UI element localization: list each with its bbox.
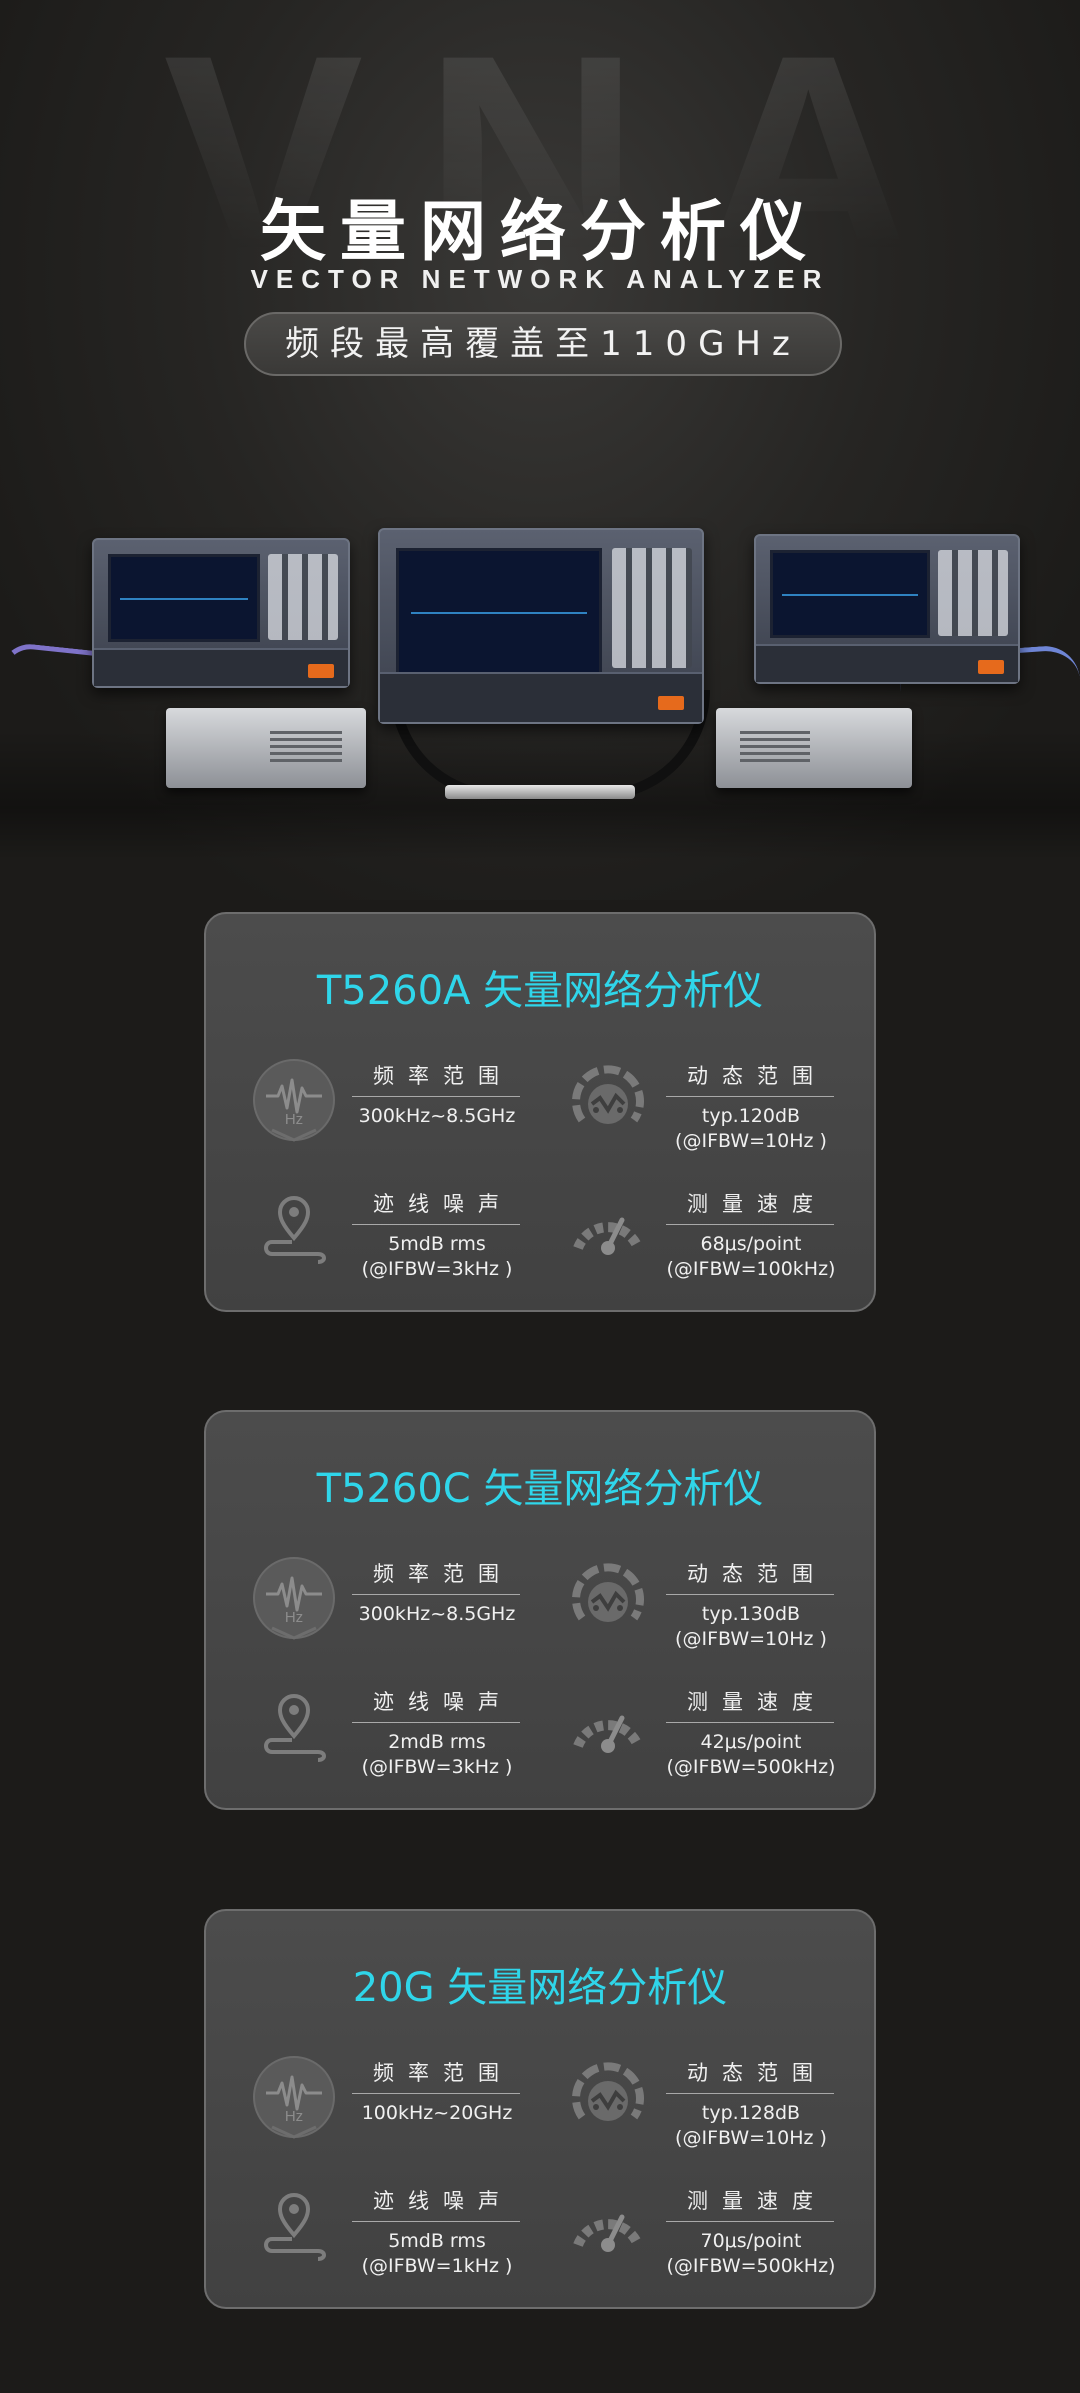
spec-label: 频率范围 — [373, 2061, 513, 2085]
spec-value: typ.128dB (@IFBW=10Hz ) — [636, 2101, 866, 2151]
spec-trace-noise: 迹线噪声 5mdB rms (@IFBW=3kHz ) — [252, 1186, 552, 1306]
page-subtitle: VECTOR NETWORK ANALYZER — [250, 264, 830, 294]
spec-label: 迹线噪声 — [373, 1690, 513, 1714]
spec-dynamic-range: 动态范围 typ.120dB (@IFBW=10Hz ) — [566, 1058, 866, 1178]
spec-trace-noise: 迹线噪声 5mdB rms (@IFBW=1kHz ) — [252, 2183, 552, 2303]
frequency-extender-right — [716, 708, 912, 788]
spec-value-condition: (@IFBW=10Hz ) — [675, 1130, 827, 1152]
divider — [352, 2221, 520, 2222]
spec-value: typ.120dB (@IFBW=10Hz ) — [636, 1104, 866, 1154]
card-title: T5260C 矢量网络分析仪 — [316, 1466, 764, 1512]
spec-value: 68μs/point (@IFBW=100kHz) — [636, 1232, 866, 1282]
instrument-right — [754, 534, 1020, 684]
spec-value-line: typ.120dB — [701, 1105, 801, 1127]
spec-value: 300kHz~8.5GHz — [322, 1602, 552, 1627]
spec-value-line: 5mdB rms — [388, 1233, 486, 1255]
spec-value-condition: (@IFBW=10Hz ) — [675, 1628, 827, 1650]
spec-value-condition: (@IFBW=10Hz ) — [675, 2127, 827, 2149]
spec-value: 5mdB rms (@IFBW=3kHz ) — [322, 1232, 552, 1282]
card-title: T5260A 矢量网络分析仪 — [316, 968, 764, 1014]
divider — [666, 1594, 834, 1595]
frequency-extender-left — [166, 708, 366, 788]
instrument-left — [92, 538, 350, 688]
product-card-t5260a: T5260A 矢量网络分析仪 频率范围 300kHz~8.5GHz 动态范围 t… — [204, 912, 876, 1312]
spec-value: 42μs/point (@IFBW=500kHz) — [636, 1730, 866, 1780]
spec-value: 300kHz~8.5GHz — [322, 1104, 552, 1129]
frequency-hz-icon — [252, 2055, 336, 2139]
spec-value: 70μs/point (@IFBW=500kHz) — [636, 2229, 866, 2279]
divider — [666, 1224, 834, 1225]
divider — [352, 1224, 520, 1225]
spec-measurement-speed: 测量速度 68μs/point (@IFBW=100kHz) — [566, 1186, 866, 1306]
spec-value: 100kHz~20GHz — [322, 2101, 552, 2126]
spec-value-condition: (@IFBW=1kHz ) — [361, 2255, 513, 2277]
divider — [666, 1096, 834, 1097]
product-lineup-image — [0, 500, 1080, 860]
divider — [352, 2093, 520, 2094]
spec-value-condition: (@IFBW=500kHz) — [666, 1756, 836, 1778]
spec-value-line: typ.130dB — [701, 1603, 801, 1625]
frequency-hz-icon — [252, 1058, 336, 1142]
spec-value-line: 300kHz~8.5GHz — [358, 1603, 516, 1625]
spec-value: 2mdB rms (@IFBW=3kHz ) — [322, 1730, 552, 1780]
spec-trace-noise: 迹线噪声 2mdB rms (@IFBW=3kHz ) — [252, 1684, 552, 1804]
page-title: 矢量网络分析仪 — [260, 193, 820, 270]
spec-frequency-range: 频率范围 100kHz~20GHz — [252, 2055, 552, 2175]
spec-value-line: 42μs/point — [700, 1731, 802, 1753]
divider — [666, 1722, 834, 1723]
divider — [666, 2093, 834, 2094]
spec-label: 频率范围 — [373, 1562, 513, 1586]
spec-frequency-range: 频率范围 300kHz~8.5GHz — [252, 1556, 552, 1676]
spec-dynamic-range: 动态范围 typ.130dB (@IFBW=10Hz ) — [566, 1556, 866, 1676]
product-card-t5260c: T5260C 矢量网络分析仪 频率范围 300kHz~8.5GHz 动态范围 t… — [204, 1410, 876, 1810]
spec-measurement-speed: 测量速度 70μs/point (@IFBW=500kHz) — [566, 2183, 866, 2303]
spec-value-line: 5mdB rms — [388, 2230, 486, 2252]
spec-value-line: typ.128dB — [701, 2102, 801, 2124]
divider — [352, 1722, 520, 1723]
spec-value-condition: (@IFBW=3kHz ) — [361, 1756, 513, 1778]
spec-label: 动态范围 — [687, 1562, 827, 1586]
divider — [666, 2221, 834, 2222]
spec-value-line: 68μs/point — [700, 1233, 802, 1255]
spec-value-line: 300kHz~8.5GHz — [358, 1105, 516, 1127]
spec-label: 频率范围 — [373, 1064, 513, 1088]
spec-value-line: 100kHz~20GHz — [361, 2102, 513, 2124]
spec-label: 迹线噪声 — [373, 2189, 513, 2213]
spec-label: 测量速度 — [687, 1690, 827, 1714]
spec-value-condition: (@IFBW=100kHz) — [666, 1258, 836, 1280]
divider — [352, 1594, 520, 1595]
spec-label: 动态范围 — [687, 1064, 827, 1088]
spec-dynamic-range: 动态范围 typ.128dB (@IFBW=10Hz ) — [566, 2055, 866, 2175]
spec-value-condition: (@IFBW=500kHz) — [666, 2255, 836, 2277]
cable-adapter — [445, 785, 635, 799]
frequency-hz-icon — [252, 1556, 336, 1640]
spec-value: 5mdB rms (@IFBW=1kHz ) — [322, 2229, 552, 2279]
spec-label: 测量速度 — [687, 2189, 827, 2213]
spec-frequency-range: 频率范围 300kHz~8.5GHz — [252, 1058, 552, 1178]
spec-measurement-speed: 测量速度 42μs/point (@IFBW=500kHz) — [566, 1684, 866, 1804]
spec-label: 动态范围 — [687, 2061, 827, 2085]
spec-value-line: 70μs/point — [700, 2230, 802, 2252]
frequency-coverage-badge: 频段最高覆盖至110GHz — [244, 312, 842, 376]
spec-label: 迹线噪声 — [373, 1192, 513, 1216]
instrument-center — [378, 528, 704, 724]
divider — [352, 1096, 520, 1097]
spec-value: typ.130dB (@IFBW=10Hz ) — [636, 1602, 866, 1652]
card-title: 20G 矢量网络分析仪 — [352, 1965, 728, 2011]
product-card-20g: 20G 矢量网络分析仪 频率范围 100kHz~20GHz 动态范围 typ.1… — [204, 1909, 876, 2309]
spec-value-line: 2mdB rms — [388, 1731, 486, 1753]
spec-label: 测量速度 — [687, 1192, 827, 1216]
spec-value-condition: (@IFBW=3kHz ) — [361, 1258, 513, 1280]
